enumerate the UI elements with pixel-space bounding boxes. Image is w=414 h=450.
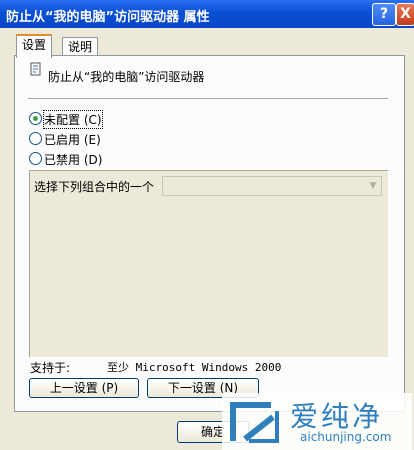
title-bar[interactable]: 防止从“我的电脑”访问驱动器 属性 ? X bbox=[0, 0, 414, 28]
tab-explain[interactable]: 说明 bbox=[62, 37, 99, 56]
chevron-down-icon[interactable]: ▼ bbox=[365, 177, 381, 195]
support-value: 至少 Microsoft Windows 2000 bbox=[107, 361, 282, 374]
radio-disabled[interactable] bbox=[29, 152, 42, 165]
previous-setting-button[interactable]: 上一设置 (P) bbox=[29, 378, 139, 398]
radio-not-configured[interactable] bbox=[29, 112, 42, 125]
radio-enabled-label[interactable]: 已启用 (E) bbox=[44, 131, 101, 148]
help-button[interactable]: ? bbox=[372, 3, 396, 26]
watermark-name: 爱纯净 bbox=[290, 400, 384, 433]
policy-document-icon bbox=[30, 62, 41, 76]
combination-select[interactable]: ▼ bbox=[162, 176, 382, 196]
radio-enabled[interactable] bbox=[29, 132, 42, 145]
separator bbox=[28, 98, 388, 99]
watermark-url: aichunjing.com bbox=[300, 430, 392, 444]
combo-label: 选择下列组合中的一个 bbox=[34, 180, 155, 194]
support-label: 支持于: bbox=[30, 361, 71, 375]
tab-settings[interactable]: 设置 bbox=[16, 34, 53, 58]
policy-title: 防止从“我的电脑”访问驱动器 bbox=[48, 70, 205, 84]
close-button[interactable]: X bbox=[396, 3, 414, 26]
options-box bbox=[29, 170, 389, 358]
radio-not-configured-label[interactable]: 未配置 (C) bbox=[43, 110, 103, 129]
watermark-logo-icon bbox=[230, 402, 279, 443]
window-title: 防止从“我的电脑”访问驱动器 属性 bbox=[6, 10, 210, 25]
radio-disabled-label[interactable]: 已禁用 (D) bbox=[44, 151, 102, 168]
